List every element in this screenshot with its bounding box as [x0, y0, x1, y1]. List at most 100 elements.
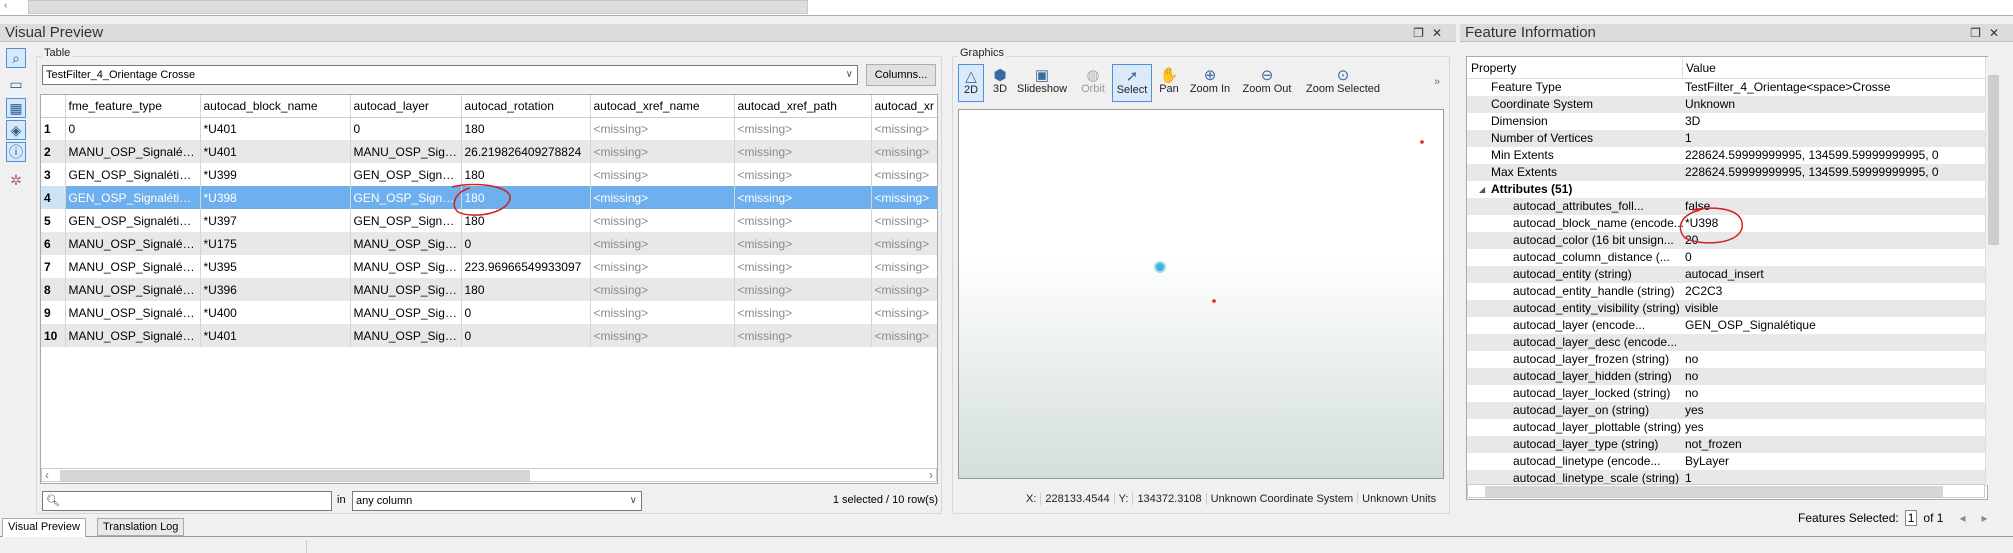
table-cell[interactable]: MANU_OSP_Signaléti... [65, 301, 201, 324]
table-row[interactable]: 3 GEN_OSP_Signalétique *U399 GEN_OSP_Signal… [41, 163, 937, 186]
feature-info-hscrollbar[interactable] [1467, 484, 1985, 498]
float-icon[interactable]: ❐ [1413, 26, 1432, 40]
2d-button[interactable]: △ 2D [958, 64, 984, 102]
table-cell[interactable]: <missing> [871, 140, 937, 163]
table-cell[interactable]: GEN_OSP_Signalétique [65, 209, 201, 232]
table-cell[interactable]: <missing> [590, 163, 735, 186]
table-cell[interactable]: *U396 [200, 278, 351, 301]
table-row[interactable]: 5 GEN_OSP_Signalétique *U397 GEN_OSP_Signal… [41, 209, 937, 232]
property-row[interactable]: autocad_color (16 bit unsign... 20 [1467, 232, 1987, 249]
column-header[interactable]: autocad_layer [350, 95, 462, 118]
zoom-in-button[interactable]: ⊕ Zoom In [1186, 64, 1234, 102]
scroll-thumb[interactable] [1485, 486, 1943, 497]
table-cell[interactable]: GEN_OSP_Signalétique [65, 163, 201, 186]
scroll-left-icon[interactable]: ‹ [4, 0, 16, 14]
row-number[interactable]: 8 [41, 278, 66, 301]
table-cell[interactable]: 0 [350, 117, 462, 140]
row-number[interactable]: 2 [41, 140, 66, 163]
table-cell[interactable]: <missing> [734, 324, 872, 347]
table-cell[interactable]: <missing> [871, 117, 937, 140]
table-cell[interactable]: GEN_OSP_Signalétique [65, 186, 201, 209]
table-cell[interactable]: MANU_OSP_Signaléti... [65, 278, 201, 301]
column-header[interactable]: autocad_xref_path [734, 95, 872, 118]
table-cell[interactable]: <missing> [590, 186, 735, 209]
table-row[interactable]: 8 MANU_OSP_Signaléti... *U396 MANU_OSP_Sign… [41, 278, 937, 301]
table-cell[interactable]: <missing> [734, 163, 872, 186]
table-cell[interactable]: <missing> [590, 301, 735, 324]
select-button[interactable]: ➚ Select [1112, 64, 1152, 102]
pan-button[interactable]: ✋ Pan [1155, 64, 1183, 102]
table-cell[interactable]: 180 [461, 186, 591, 209]
orbit-button[interactable]: ◍ Orbit [1076, 64, 1110, 102]
previous-icon[interactable]: ◂ [1959, 511, 1965, 525]
inspect-icon[interactable]: ⌕ [6, 48, 26, 68]
columns-button[interactable]: Columns... [866, 64, 936, 86]
feature-info-icon[interactable]: ⓘ [6, 142, 26, 162]
row-number[interactable]: 10 [41, 324, 66, 347]
row-number[interactable]: 4 [41, 186, 66, 209]
table-cell[interactable]: <missing> [734, 186, 872, 209]
table-cell[interactable]: <missing> [590, 324, 735, 347]
property-row[interactable]: autocad_layer_desc (encode... [1467, 334, 1987, 351]
table-cell[interactable]: 0 [461, 301, 591, 324]
graphics-view-icon[interactable]: ◈ [6, 120, 26, 140]
table-cell[interactable]: 180 [461, 117, 591, 140]
property-row[interactable]: autocad_layer_on (string) yes [1467, 402, 1987, 419]
top-scrollbar[interactable]: ‹ [0, 0, 2013, 16]
table-cell[interactable]: <missing> [590, 117, 735, 140]
column-header[interactable]: autocad_block_name [200, 95, 351, 118]
tab-visual-preview[interactable]: Visual Preview [2, 518, 86, 537]
table-row[interactable]: 10 MANU_OSP_Signaléti... *U401 MANU_OSP_Sig… [41, 324, 937, 347]
table-row[interactable]: 1 0 *U401 0 180 <missing> <missing> <missing> [41, 117, 937, 140]
zoom-selected-button[interactable]: ⊙ Zoom Selected [1303, 64, 1383, 102]
table-cell[interactable]: *U401 [200, 117, 351, 140]
table-cell[interactable]: <missing> [590, 278, 735, 301]
table-row[interactable]: 9 MANU_OSP_Signaléti... *U400 MANU_OSP_Sign… [41, 301, 937, 324]
table-cell[interactable]: MANU_OSP_Sign... [350, 278, 462, 301]
scroll-right-icon[interactable]: › [929, 468, 933, 482]
table-cell[interactable]: <missing> [734, 278, 872, 301]
layout-icon[interactable]: ▭ [6, 74, 26, 94]
table-cell[interactable]: <missing> [590, 209, 735, 232]
table-cell[interactable]: *U395 [200, 255, 351, 278]
scroll-thumb[interactable] [60, 470, 530, 481]
table-cell[interactable]: <missing> [590, 255, 735, 278]
table-row[interactable]: 6 MANU_OSP_Signaléti... *U175 MANU_OSP_Sign… [41, 232, 937, 255]
table-cell[interactable]: 180 [461, 278, 591, 301]
table-cell[interactable]: GEN_OSP_Signalé... [350, 163, 462, 186]
table-cell[interactable]: <missing> [871, 186, 937, 209]
table-cell[interactable]: 180 [461, 163, 591, 186]
table-row[interactable]: 7 MANU_OSP_Signaléti... *U395 MANU_OSP_Sign… [41, 255, 937, 278]
table-cell[interactable]: MANU_OSP_Signaléti... [65, 255, 201, 278]
table-cell[interactable]: <missing> [871, 278, 937, 301]
table-cell[interactable]: <missing> [590, 140, 735, 163]
table-cell[interactable]: <missing> [734, 232, 872, 255]
table-cell[interactable]: *U401 [200, 140, 351, 163]
map-canvas[interactable] [958, 109, 1444, 479]
table-cell[interactable]: MANU_OSP_Sign... [350, 324, 462, 347]
table-cell[interactable]: MANU_OSP_Sign... [350, 301, 462, 324]
property-row[interactable]: Dimension 3D [1467, 113, 1987, 130]
row-number[interactable]: 1 [41, 117, 66, 140]
feature-point[interactable] [1420, 140, 1424, 144]
property-row[interactable]: autocad_layer_hidden (string) no [1467, 368, 1987, 385]
table-cell[interactable]: MANU_OSP_Sign... [350, 232, 462, 255]
property-row[interactable]: autocad_attributes_foll... false [1467, 198, 1987, 215]
table-cell[interactable]: <missing> [734, 209, 872, 232]
column-header[interactable]: autocad_xr [871, 95, 937, 118]
column-filter-select[interactable]: any column ∨ [352, 491, 642, 511]
table-cell[interactable]: 0 [461, 324, 591, 347]
attributes-group-row[interactable]: Attributes (51) ◢ [1467, 181, 1987, 198]
table-cell[interactable]: <missing> [734, 117, 872, 140]
table-cell[interactable]: *U398 [200, 186, 351, 209]
feature-point[interactable] [1212, 299, 1216, 303]
table-cell[interactable]: *U175 [200, 232, 351, 255]
table-cell[interactable]: <missing> [871, 255, 937, 278]
table-cell[interactable]: *U397 [200, 209, 351, 232]
property-row[interactable]: autocad_entity_handle (string) 2C2C3 [1467, 283, 1987, 300]
row-number[interactable]: 3 [41, 163, 66, 186]
table-cell[interactable]: 180 [461, 209, 591, 232]
row-number[interactable]: 7 [41, 255, 66, 278]
table-view-icon[interactable]: ▦ [6, 98, 26, 118]
float-icon[interactable]: ❐ [1970, 26, 1989, 40]
